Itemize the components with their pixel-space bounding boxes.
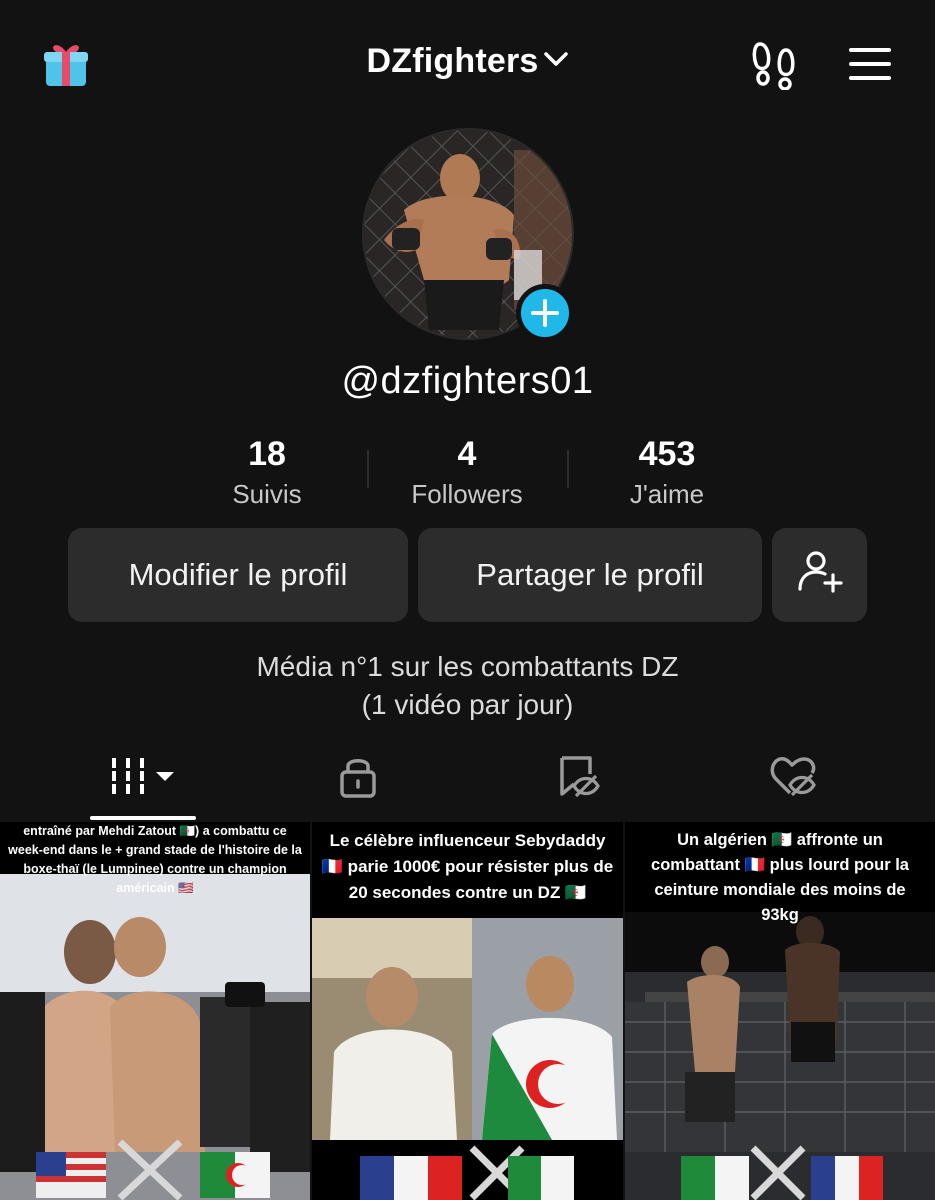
- stat-following[interactable]: 18 Suivis: [167, 432, 367, 512]
- tab-liked[interactable]: [743, 748, 843, 808]
- stat-likes-value: 453: [638, 435, 696, 473]
- stat-followers[interactable]: 4 Followers: [367, 432, 567, 512]
- tab-videos[interactable]: [93, 748, 193, 808]
- bookmark-eye-icon: [554, 752, 602, 805]
- stat-following-value: 18: [248, 435, 286, 473]
- top-bar: DZfighters: [0, 0, 935, 130]
- bio-line: (1 vidéo par jour): [361, 689, 574, 720]
- video-caption: Un algérien 🇩🇿 affronte un combattant 🇫🇷…: [625, 822, 935, 924]
- add-user-icon: [796, 547, 844, 603]
- video-thumbnail[interactable]: entraîné par Mehdi Zatout 🇩🇿) a combattu…: [0, 822, 310, 1200]
- grid-videos-icon: [108, 754, 178, 803]
- account-title[interactable]: DZfighters: [367, 42, 539, 80]
- chevron-down-icon[interactable]: [543, 50, 569, 73]
- video-thumbnail[interactable]: Un algérien 🇩🇿 affronte un combattant 🇫🇷…: [625, 822, 935, 1200]
- stat-followers-label: Followers: [411, 479, 523, 509]
- profile-bio: Média n°1 sur les combattants DZ (1 vidé…: [0, 648, 935, 724]
- video-caption: entraîné par Mehdi Zatout 🇩🇿) a combattu…: [0, 822, 310, 895]
- bio-line: Média n°1 sur les combattants DZ: [256, 651, 679, 682]
- lock-icon: [336, 752, 380, 805]
- tab-private[interactable]: [308, 748, 408, 808]
- heart-eye-icon: [768, 753, 818, 804]
- hamburger-menu-icon[interactable]: [846, 44, 894, 84]
- add-photo-button[interactable]: [516, 284, 574, 342]
- edit-profile-button[interactable]: Modifier le profil: [68, 528, 408, 622]
- stat-likes-label: J'aime: [629, 479, 705, 509]
- video-thumbnail[interactable]: Le célèbre influenceur Sebydaddy 🇫🇷 pari…: [312, 822, 623, 1200]
- footprints-icon[interactable]: [750, 38, 798, 91]
- add-friend-button[interactable]: [772, 528, 867, 622]
- stat-following-label: Suivis: [232, 479, 302, 509]
- stat-followers-value: 4: [457, 435, 477, 473]
- profile-handle: @dzfighters01: [341, 360, 594, 402]
- tab-saved[interactable]: [528, 748, 628, 808]
- active-tab-indicator: [90, 816, 196, 820]
- stat-likes[interactable]: 453 J'aime: [567, 432, 767, 512]
- share-profile-button[interactable]: Partager le profil: [418, 528, 762, 622]
- video-caption: Le célèbre influenceur Sebydaddy 🇫🇷 pari…: [312, 822, 623, 918]
